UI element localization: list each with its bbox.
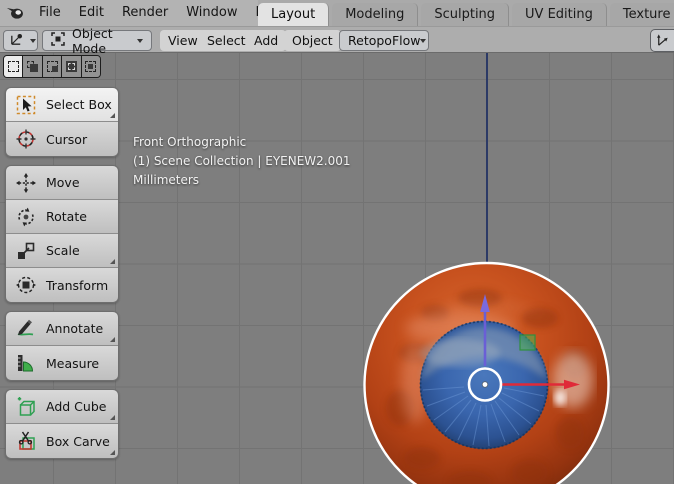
menu-edit[interactable]: Edit: [70, 0, 113, 26]
tool-move[interactable]: Move: [6, 166, 118, 200]
tool-group-select: Select Box Cursor: [5, 87, 119, 157]
select-mode-invert[interactable]: [62, 56, 81, 77]
mode-dropdown[interactable]: Object Mode: [42, 30, 152, 51]
viewport-overlay-text: Front Orthographic (1) Scene Collection …: [133, 133, 351, 190]
tool-label: Measure: [46, 356, 99, 371]
tool-label: Transform: [46, 278, 108, 293]
tool-group-retopoflow: Add Cube Box Carve: [5, 389, 119, 459]
tool-scale[interactable]: Scale: [6, 234, 118, 268]
subtool-indicator: [110, 450, 115, 455]
tool-label: Add Cube: [46, 399, 106, 414]
tool-transform[interactable]: Transform: [6, 268, 118, 302]
select-mode-subtract[interactable]: [43, 56, 62, 77]
chevron-down-icon: [30, 39, 36, 43]
tool-column: Select Box Cursor: [5, 87, 119, 467]
box-carve-icon: [15, 430, 37, 452]
chevron-down-icon: [420, 39, 426, 43]
menu-object[interactable]: Object: [284, 30, 341, 51]
move-icon: [15, 172, 37, 194]
editor-type-selector[interactable]: [3, 30, 38, 51]
select-mode-set[interactable]: [4, 56, 23, 77]
top-menu-bar: File Edit Render Window Help Layout Mode…: [0, 0, 674, 26]
transform-orientation-button[interactable]: [650, 29, 674, 52]
object-origin-dot: [482, 382, 488, 388]
scale-icon: [15, 240, 37, 262]
select-mode-group: [3, 55, 101, 78]
select-intersect-icon: [85, 61, 96, 72]
tool-label: Move: [46, 175, 80, 190]
viewport-header: Object Mode View Select Add Object Retop…: [0, 26, 674, 52]
viewport-editor-icon: [9, 32, 24, 50]
tab-sculpting[interactable]: Sculpting: [421, 3, 509, 26]
tool-label: Select Box: [46, 97, 112, 112]
subtool-indicator: [110, 415, 115, 420]
select-box-icon: [15, 94, 37, 116]
rotate-icon: [15, 206, 37, 228]
select-mode-extend[interactable]: [23, 56, 42, 77]
annotate-icon: [15, 318, 37, 340]
menu-render[interactable]: Render: [113, 0, 177, 26]
tool-cursor[interactable]: Cursor: [6, 122, 118, 156]
workspace-tabstrip: Layout Modeling Sculpting UV Editing Tex…: [258, 0, 674, 26]
3d-viewport[interactable]: Select Box Cursor: [0, 52, 674, 484]
tab-texture-paint[interactable]: Texture Paint: [610, 3, 674, 26]
blender-logo[interactable]: [0, 6, 30, 20]
tool-label: Cursor: [46, 132, 87, 147]
menu-window[interactable]: Window: [177, 0, 246, 26]
tool-group-annotate: Annotate Measure: [5, 311, 119, 381]
transform-icon: [15, 274, 37, 296]
tool-label: Annotate: [46, 321, 103, 336]
tab-layout[interactable]: Layout: [258, 3, 329, 26]
tool-measure[interactable]: Measure: [6, 346, 118, 380]
cursor-3d-icon: [15, 128, 37, 150]
tool-select-box[interactable]: Select Box: [6, 88, 118, 122]
tool-label: Scale: [46, 243, 80, 258]
select-extend-icon: [27, 61, 38, 72]
chevron-down-icon: [137, 39, 143, 43]
menu-add[interactable]: Add: [246, 30, 286, 51]
tool-group-transform: Move Rotate Scale: [5, 165, 119, 303]
move-gizmo-y-plane-handle[interactable]: [520, 335, 535, 350]
select-invert-icon: [66, 61, 77, 72]
retopoflow-dropdown-label: RetopoFlow: [348, 33, 420, 48]
eyeball-object[interactable]: [360, 258, 614, 484]
object-mode-icon: [51, 32, 65, 49]
add-cube-icon: [15, 396, 37, 418]
select-set-icon: [8, 61, 19, 72]
tool-label: Rotate: [46, 209, 87, 224]
subtool-indicator: [110, 337, 115, 342]
retopoflow-dropdown[interactable]: RetopoFlow: [339, 30, 429, 51]
tab-uv-editing[interactable]: UV Editing: [512, 3, 607, 26]
mode-dropdown-label: Object Mode: [72, 26, 137, 56]
view-name-text: Front Orthographic: [133, 133, 351, 152]
unit-system-text: Millimeters: [133, 171, 351, 190]
tool-box-carve[interactable]: Box Carve: [6, 424, 118, 458]
select-subtract-icon: [47, 61, 58, 72]
tab-modeling[interactable]: Modeling: [332, 3, 418, 26]
tool-annotate[interactable]: Annotate: [6, 312, 118, 346]
measure-icon: [15, 352, 37, 374]
tool-label: Box Carve: [46, 434, 110, 449]
subtool-indicator: [110, 113, 115, 118]
tool-add-cube[interactable]: Add Cube: [6, 390, 118, 424]
transform-orientation-icon: [655, 33, 670, 48]
menu-file[interactable]: File: [30, 0, 70, 26]
select-mode-intersect[interactable]: [82, 56, 100, 77]
tool-rotate[interactable]: Rotate: [6, 200, 118, 234]
subtool-indicator: [110, 259, 115, 264]
collection-object-text: (1) Scene Collection | EYENEW2.001: [133, 152, 351, 171]
